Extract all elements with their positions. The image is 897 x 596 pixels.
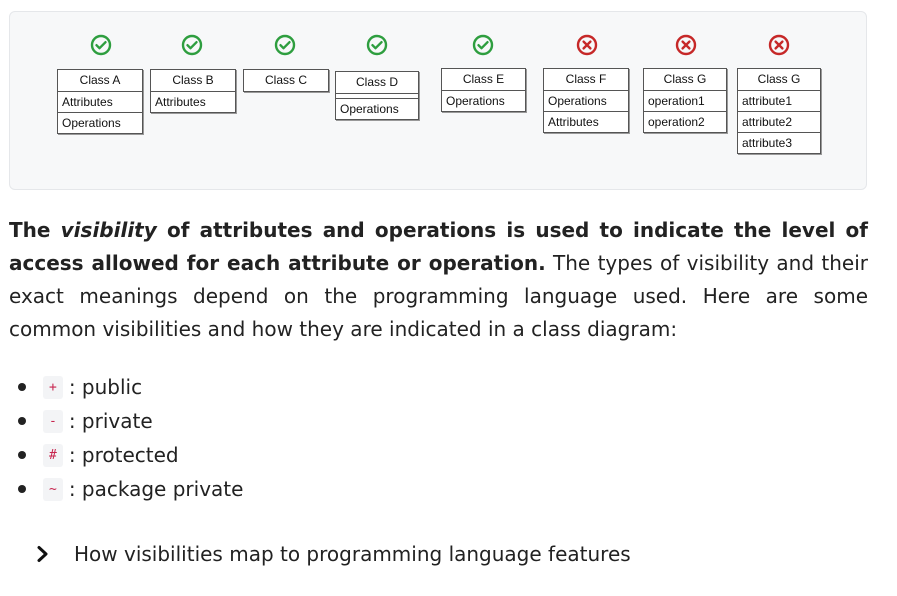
cross-icon (768, 34, 790, 56)
details-label: How visibilities map to programming lang… (74, 542, 631, 566)
details-toggle[interactable]: How visibilities map to programming lang… (34, 538, 631, 570)
check-icon (181, 34, 203, 56)
visibility-symbol: - (43, 409, 63, 433)
list-item: # : protected (16, 438, 179, 472)
check-icon (472, 34, 494, 56)
class-diagram-figure: Class A Attributes Operations Class B At… (9, 11, 867, 190)
class-box-g-attributes: Class G attribute1 attribute2 attribute3 (737, 68, 821, 154)
class-attribute: attribute2 (738, 111, 820, 132)
class-name: Class C (264, 73, 307, 87)
visibility-label: : package private (68, 477, 244, 501)
class-operation: operation1 (644, 90, 726, 111)
class-box-b: Class B Attributes (150, 69, 236, 113)
class-attribute: attribute3 (738, 132, 820, 153)
class-attribute: attribute1 (738, 90, 820, 111)
check-icon (90, 34, 112, 56)
visibility-paragraph: The visibility of attributes and operati… (9, 214, 868, 346)
class-box-d: Class D Operations (335, 71, 419, 120)
visibility-symbol: # (43, 443, 63, 467)
list-item: + : public (16, 370, 142, 404)
class-name: Class G (757, 72, 801, 86)
class-name: Class D (355, 75, 398, 89)
class-operations: Operations (336, 98, 418, 119)
list-item: - : private (16, 404, 153, 438)
class-attributes: Attributes (58, 91, 142, 112)
class-name: Class A (79, 73, 121, 87)
class-name: Class G (663, 72, 707, 86)
class-operations: Operations (544, 90, 628, 111)
visibility-label: : protected (68, 443, 179, 467)
class-operation: operation2 (644, 111, 726, 132)
visibility-symbol: + (43, 375, 63, 399)
list-item: ~ : package private (16, 472, 243, 506)
cross-icon (576, 34, 598, 56)
class-operations: Operations (58, 112, 142, 133)
class-attributes: Attributes (151, 91, 235, 112)
bullet (18, 485, 26, 493)
paragraph-bold-italic: visibility (60, 218, 157, 242)
bullet (18, 417, 26, 425)
paragraph-bold-1: The (9, 218, 61, 242)
visibility-label: : public (68, 375, 143, 399)
class-name: Class F (565, 72, 607, 86)
bullet (18, 451, 26, 459)
chevron-right-icon (37, 546, 48, 562)
class-box-g-operations: Class G operation1 operation2 (643, 68, 727, 133)
visibility-symbol: ~ (43, 477, 63, 501)
class-box-f: Class F Operations Attributes (543, 68, 629, 133)
bullet (18, 383, 26, 391)
class-box-c: Class C (243, 69, 329, 92)
class-name: Class E (462, 72, 505, 86)
visibility-label: : private (68, 409, 153, 433)
cross-icon (675, 34, 697, 56)
class-name: Class B (172, 73, 214, 87)
check-icon (366, 34, 388, 56)
class-box-a: Class A Attributes Operations (57, 69, 143, 134)
class-box-e: Class E Operations (441, 68, 526, 112)
class-operations: Operations (442, 90, 525, 111)
class-attributes: Attributes (544, 111, 628, 132)
check-icon (274, 34, 296, 56)
